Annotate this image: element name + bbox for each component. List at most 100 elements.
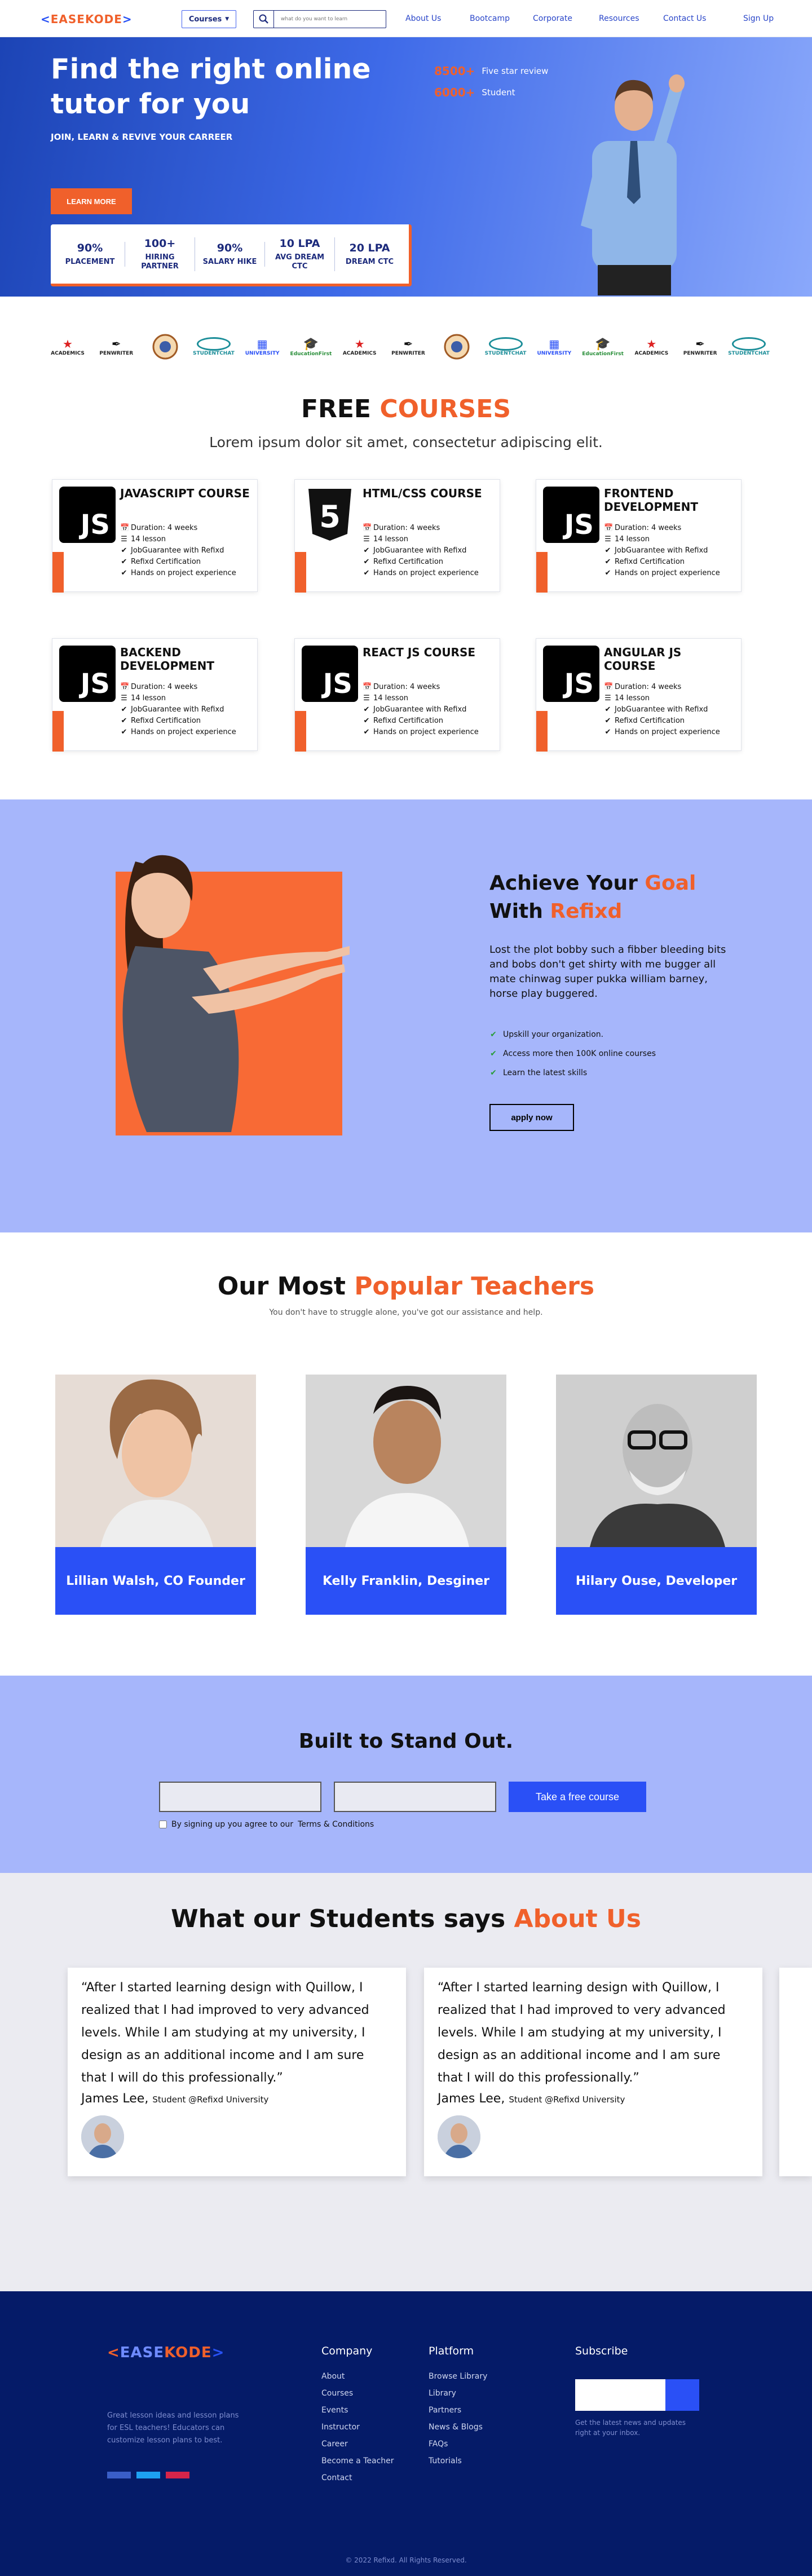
footer-link-faqs[interactable]: FAQs (429, 2436, 487, 2453)
footer-link-career[interactable]: Career (321, 2436, 394, 2453)
check-icon: ✔ (604, 569, 611, 577)
footer-platform-column: Platform Browse Library Library Partners… (429, 2344, 487, 2469)
course-details: 📅 Duration: 4 weeks ☰ 14 lesson ✔ JobGuarante… (604, 682, 720, 738)
penwriter-logo: ✒ PENWRITER (683, 337, 717, 356)
footer-link-news-blogs[interactable]: News & Blogs (429, 2419, 487, 2436)
terms-link[interactable]: Terms & Conditions (298, 1820, 374, 1829)
learn-more-button[interactable]: LEARN MORE (51, 188, 132, 214)
teacher-card[interactable]: Lillian Walsh, CO Founder (55, 1375, 256, 1615)
twitter-icon[interactable] (136, 2472, 160, 2478)
teacher-card[interactable]: Hilary Ouse, Developer (556, 1375, 757, 1615)
instagram-icon[interactable] (166, 2472, 189, 2478)
penwriter-logo: ✒ PENWRITER (391, 337, 425, 356)
course-title: BACKEND DEVELOPMENT (120, 646, 215, 673)
footer-subscribe-column: Subscribe (575, 2345, 628, 2357)
check-icon: ✔ (363, 728, 370, 736)
calendar-icon: 📅 (604, 524, 614, 532)
apply-now-button[interactable]: apply now (489, 1104, 574, 1131)
accent-bar (536, 711, 548, 752)
course-title: HTML/CSS COURSE (363, 487, 482, 500)
footer-link-browse-library[interactable]: Browse Library (429, 2368, 487, 2385)
academics-logo: ★ ACADEMICS (51, 337, 85, 356)
signup-link[interactable]: Sign Up (743, 14, 774, 23)
educationfirst-logo: 🎓 EducationFirst (582, 337, 624, 357)
check-icon: ✔ (490, 1030, 497, 1039)
lesson-icon: ☰ (604, 535, 611, 544)
academics-logo: ★ ACADEMICS (634, 337, 669, 356)
search-icon[interactable] (254, 11, 274, 28)
email-field[interactable] (334, 1782, 496, 1812)
course-card[interactable]: 5 HTML/CSS COURSE 📅 Duration: 4 weeks ☰ 14 le… (294, 479, 500, 593)
footer-link-courses[interactable]: Courses (321, 2385, 394, 2402)
hero-section: Find the right online tutor for you JOIN… (0, 37, 812, 297)
teacher-photo (556, 1375, 757, 1547)
footer-link-become-teacher[interactable]: Become a Teacher (321, 2453, 394, 2469)
check-icon: ✔ (363, 569, 370, 577)
nav-corporate[interactable]: Corporate (533, 14, 572, 23)
js-icon: JS (59, 487, 116, 543)
achieve-heading: Achieve Your Goal With Refixd (489, 872, 696, 923)
testimonial-author: James Lee, Student @Refixd University (438, 2092, 625, 2106)
facebook-icon[interactable] (107, 2472, 131, 2478)
list-item: ✔ Access more then 100K online courses (489, 1044, 656, 1063)
teachers-title: Our Most Popular Teachers (217, 1272, 595, 1301)
nav-bootcamp[interactable]: Bootcamp (470, 14, 510, 23)
teacher-photo (55, 1375, 256, 1547)
avatar (438, 2115, 480, 2158)
check-icon: ✔ (490, 1068, 497, 1077)
footer-link-partners[interactable]: Partners (429, 2402, 487, 2419)
take-free-course-button[interactable]: Take a free course (509, 1782, 646, 1812)
check-icon: ✔ (604, 546, 611, 555)
calendar-icon: 📅 (363, 683, 372, 691)
accent-bar (536, 552, 548, 593)
course-card[interactable]: JS ANGULAR JS COURSE 📅 Duration: 4 weeks ☰ 14… (536, 638, 742, 752)
footer-link-library[interactable]: Library (429, 2385, 487, 2402)
check-icon: ✔ (604, 705, 611, 714)
subscribe-button[interactable] (665, 2379, 699, 2411)
footer-link-contact[interactable]: Contact (321, 2469, 394, 2486)
calendar-icon: 📅 (120, 683, 130, 691)
js-icon: JS (302, 646, 358, 702)
footer-link-events[interactable]: Events (321, 2402, 394, 2419)
footer-logo[interactable]: <EASEKODE> (107, 2344, 224, 2361)
footer-link-instructor[interactable]: Instructor (321, 2419, 394, 2436)
name-field[interactable] (159, 1782, 321, 1812)
footer-link-about[interactable]: About (321, 2368, 394, 2385)
check-icon: ✔ (604, 728, 611, 736)
course-card[interactable]: JS REACT JS COURSE 📅 Duration: 4 weeks ☰ 14 l… (294, 638, 500, 752)
hero-subtitle: JOIN, LEARN & REVIVE YOUR CARREER (51, 132, 233, 142)
nav-resources[interactable]: Resources (599, 14, 639, 23)
subscribe-email-input[interactable] (575, 2379, 665, 2411)
course-card[interactable]: JS JAVASCRIPT COURSE 📅 Duration: 4 weeks ☰ 14… (52, 479, 258, 593)
testimonials-section: What our Students says About Us “After I… (0, 1873, 812, 2291)
pointing-woman-image (122, 855, 350, 1132)
js-icon: JS (59, 646, 116, 702)
brand-logo[interactable]: <EASEKODE> (41, 12, 133, 26)
teacher-name: Hilary Ouse, Developer (556, 1547, 757, 1615)
hero-person-image (581, 74, 685, 295)
lesson-icon: ☰ (363, 535, 370, 544)
nav-contact-us[interactable]: Contact Us (663, 14, 706, 23)
testimonial-card: “After I started learning design with Qu… (68, 1968, 406, 2176)
course-title: JAVASCRIPT COURSE (120, 487, 250, 500)
footer-link-tutorials[interactable]: Tutorials (429, 2453, 487, 2469)
check-icon: ✔ (604, 558, 611, 566)
seal-logo (436, 330, 477, 364)
course-details: 📅 Duration: 4 weeks ☰ 14 lesson ✔ JobGuarante… (120, 682, 236, 738)
check-icon: ✔ (121, 558, 127, 566)
courses-dropdown[interactable]: Courses ▼ (182, 10, 236, 28)
search-input[interactable] (274, 16, 381, 22)
teacher-photo (306, 1375, 506, 1547)
seal-logo (145, 330, 186, 364)
terms-checkbox[interactable] (159, 1821, 167, 1828)
calendar-icon: 📅 (363, 524, 372, 532)
course-card[interactable]: JS BACKEND DEVELOPMENT 📅 Duration: 4 weeks ☰… (52, 638, 258, 752)
nav-about-us[interactable]: About Us (405, 14, 441, 23)
check-icon: ✔ (121, 569, 127, 577)
courses-title: FREE COURSES (301, 395, 511, 423)
teacher-card[interactable]: Kelly Franklin, Desginer (306, 1375, 506, 1615)
social-links (107, 2472, 189, 2478)
course-card[interactable]: JS FRONTEND DEVELOPMENT 📅 Duration: 4 weeks… (536, 479, 742, 593)
stat-hiring-partner: 100+ HIRING PARTNER (125, 237, 195, 271)
check-icon: ✔ (363, 546, 370, 555)
